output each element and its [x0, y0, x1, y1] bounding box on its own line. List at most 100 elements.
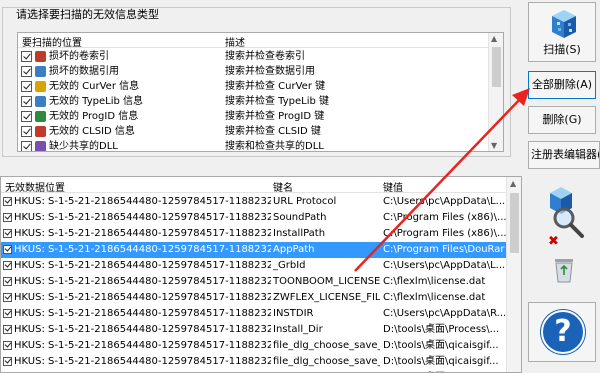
entry-row[interactable]: HKUS: S-1-5-21-2186544480-1259784517-118…	[1, 322, 508, 338]
checkbox[interactable]	[3, 197, 12, 206]
entry-key-value: C:\Program Files\DouRar	[383, 244, 505, 255]
scan-type-row[interactable]: 无效的 ProgID 信息 搜索并检查 ProgID 键	[18, 109, 488, 124]
scan-type-row[interactable]: 无效的 TypeLib 信息 搜索并检查 TypeLib 键	[18, 94, 488, 109]
entry-key-name: INSTDIR	[273, 308, 314, 319]
delete-mark-icon: ✖	[548, 234, 559, 249]
column-key-value[interactable]: 键值	[383, 179, 403, 194]
checkbox[interactable]	[21, 126, 32, 137]
registry-editor-button[interactable]: 注册表编辑器(E)	[528, 141, 600, 169]
scroll-up-icon[interactable]: ▲	[491, 34, 497, 43]
entry-location: HKUS: S-1-5-21-2186544480-1259784517-118…	[14, 260, 271, 271]
scan-type-name: 无效的 TypeLib 信息	[49, 96, 144, 107]
scan-types-scrollbar[interactable]: ▲ ▼	[488, 33, 503, 151]
scan-type-description: 搜索并检查卷索引	[225, 51, 305, 62]
invalid-entries-list[interactable]: 无效数据位置 键名 键值 HKUS: S-1-5-21-2186544480-1…	[0, 176, 522, 373]
entry-location: HKUS: S-1-5-21-2186544480-1259784517-118…	[14, 196, 271, 207]
entry-location: HKUS: S-1-5-21-2186544480-1259784517-118…	[14, 212, 271, 223]
scan-type-row[interactable]: 损坏的数据引用 搜索并检查数据引用	[18, 64, 488, 79]
scan-button[interactable]: 扫描(S)	[528, 2, 596, 62]
checkbox[interactable]	[3, 293, 12, 302]
checkbox[interactable]	[21, 81, 32, 92]
entry-key-name: SoundPath	[273, 212, 327, 223]
question-icon: ?	[541, 310, 585, 354]
checkbox[interactable]	[3, 245, 12, 254]
checkbox[interactable]	[3, 309, 12, 318]
scan-type-description: 搜索并检查数据引用	[225, 66, 315, 77]
entry-key-name: AppPath	[273, 244, 315, 255]
entry-key-name: URL Protocol	[273, 196, 337, 207]
column-invalid-location[interactable]: 无效数据位置	[5, 179, 65, 194]
entry-key-value: C:\flexlm\license.dat	[383, 292, 486, 303]
group-title: 请选择要扫描的无效信息类型	[13, 9, 162, 21]
checkbox[interactable]	[21, 66, 32, 77]
entry-key-value: C:\flexlm\license.dat	[383, 276, 486, 287]
scan-types-list[interactable]: 要扫描的位置 描述 损坏的卷索引 搜索并检查卷索引损坏的数据引用 搜索并检查数据引用…	[17, 32, 504, 152]
scan-type-description: 搜索和检查共享的DLL	[225, 141, 324, 152]
registry-item-icon	[35, 141, 46, 151]
column-description[interactable]: 描述	[225, 34, 245, 49]
scan-type-row[interactable]: 无效的 CurVer 信息 搜索并检查 CurVer 键	[18, 79, 488, 94]
checkbox[interactable]	[3, 229, 12, 238]
checkbox[interactable]	[21, 51, 32, 62]
delete-button[interactable]: 删除(G)	[528, 106, 596, 134]
entry-location: HKUS: S-1-5-21-2186544480-1259784517-118…	[14, 292, 271, 303]
delete-all-button[interactable]: 全部删除(A)	[528, 71, 596, 99]
scan-type-name: 损坏的数据引用	[49, 66, 119, 77]
entry-location: HKUS: S-1-5-21-2186544480-1259784517-118…	[14, 340, 271, 351]
entry-row[interactable]: HKUS: S-1-5-21-2186544480-1259784517-118…	[1, 354, 508, 370]
scan-type-description: 搜索并检查 CLSID 键	[225, 126, 321, 137]
registry-item-icon	[35, 111, 46, 122]
entry-location: HKUS: S-1-5-21-2186544480-1259784517-118…	[14, 308, 271, 319]
checkbox[interactable]	[3, 341, 12, 350]
entry-key-value: C:\Program Files (x86)\...	[383, 228, 507, 239]
scan-type-description: 搜索并检查 CurVer 键	[225, 81, 326, 92]
entry-location: HKUS: S-1-5-21-2186544480-1259784517-118…	[14, 356, 271, 367]
column-location[interactable]: 要扫描的位置	[22, 34, 82, 49]
entry-row[interactable]: HKUS: S-1-5-21-2186544480-1259784517-118…	[1, 258, 508, 274]
entries-header: 无效数据位置 键名 键值	[1, 177, 521, 194]
entry-key-name: InstallPath	[273, 228, 326, 239]
registry-item-icon	[35, 51, 46, 62]
entry-row[interactable]: HKUS: S-1-5-21-2186544480-1259784517-118…	[1, 338, 508, 354]
entry-row[interactable]: HKUS: S-1-5-21-2186544480-1259784517-118…	[1, 274, 508, 290]
scan-type-name: 缺少共享的DLL	[49, 141, 118, 152]
scan-type-row[interactable]: 损坏的卷索引 搜索并检查卷索引	[18, 49, 488, 64]
help-button[interactable]: ?	[528, 302, 596, 362]
scroll-up-icon[interactable]: ▲	[510, 179, 516, 188]
entry-row[interactable]: HKUS: S-1-5-21-2186544480-1259784517-118…	[1, 306, 508, 322]
scan-type-name: 无效的 CurVer 信息	[49, 81, 140, 92]
checkbox[interactable]	[21, 141, 32, 151]
entry-location: HKUS: S-1-5-21-2186544480-1259784517-118…	[14, 244, 271, 255]
scan-type-description: 搜索并检查 TypeLib 键	[225, 96, 330, 107]
scan-type-row[interactable]: 无效的 CLSID 信息 搜索并检查 CLSID 键	[18, 124, 488, 139]
checkbox[interactable]	[21, 96, 32, 107]
scrollbar-thumb[interactable]	[492, 47, 501, 87]
recycle-bin-icon	[555, 259, 573, 283]
checkbox[interactable]	[3, 213, 12, 222]
entry-key-value: C:\Users\pc\AppData\R...	[383, 308, 507, 319]
scrollbar-thumb[interactable]	[510, 193, 519, 253]
entry-row[interactable]: HKUS: S-1-5-21-2186544480-1259784517-118…	[1, 210, 508, 226]
entry-row[interactable]: HKUS: S-1-5-21-2186544480-1259784517-118…	[1, 194, 508, 210]
entry-key-name: file_dlg_choose_save_m...	[273, 356, 380, 367]
checkbox[interactable]	[21, 111, 32, 122]
entry-row[interactable]: HKUS: S-1-5-21-2186544480-1259784517-118…	[1, 226, 508, 242]
entry-row[interactable]: HKUS: S-1-5-21-2186544480-1259784517-118…	[1, 290, 508, 306]
scroll-down-icon[interactable]: ▼	[491, 141, 497, 150]
checkbox[interactable]	[3, 261, 12, 270]
checkbox[interactable]	[3, 277, 12, 286]
column-key-name[interactable]: 键名	[273, 179, 293, 194]
entry-key-value: C:\Users\pc\AppData\L...	[383, 196, 506, 207]
entry-row[interactable]: HKUS: S-1-5-21-2186544480-1259784517-118…	[1, 242, 508, 258]
entry-key-value: C:\Program Files (x86)\...	[383, 212, 507, 223]
checkbox[interactable]	[3, 357, 12, 366]
entries-scrollbar[interactable]: ▲	[506, 177, 521, 372]
scan-type-name: 无效的 ProgID 信息	[49, 111, 139, 122]
scan-type-name: 无效的 CLSID 信息	[49, 126, 135, 137]
scan-type-row[interactable]: 缺少共享的DLL 搜索和检查共享的DLL	[18, 139, 488, 152]
entry-key-name: ZWFLEX_LICENSE_FILE	[273, 292, 380, 303]
scan-types-group: 请选择要扫描的无效信息类型 要扫描的位置 描述 损坏的卷索引 搜索并检查卷索引 损坏…	[2, 7, 511, 157]
scan-type-name: 损坏的卷索引	[49, 51, 109, 62]
checkbox[interactable]	[3, 325, 12, 334]
entry-key-value: C:\Users\pc\AppData\L...	[383, 260, 506, 271]
